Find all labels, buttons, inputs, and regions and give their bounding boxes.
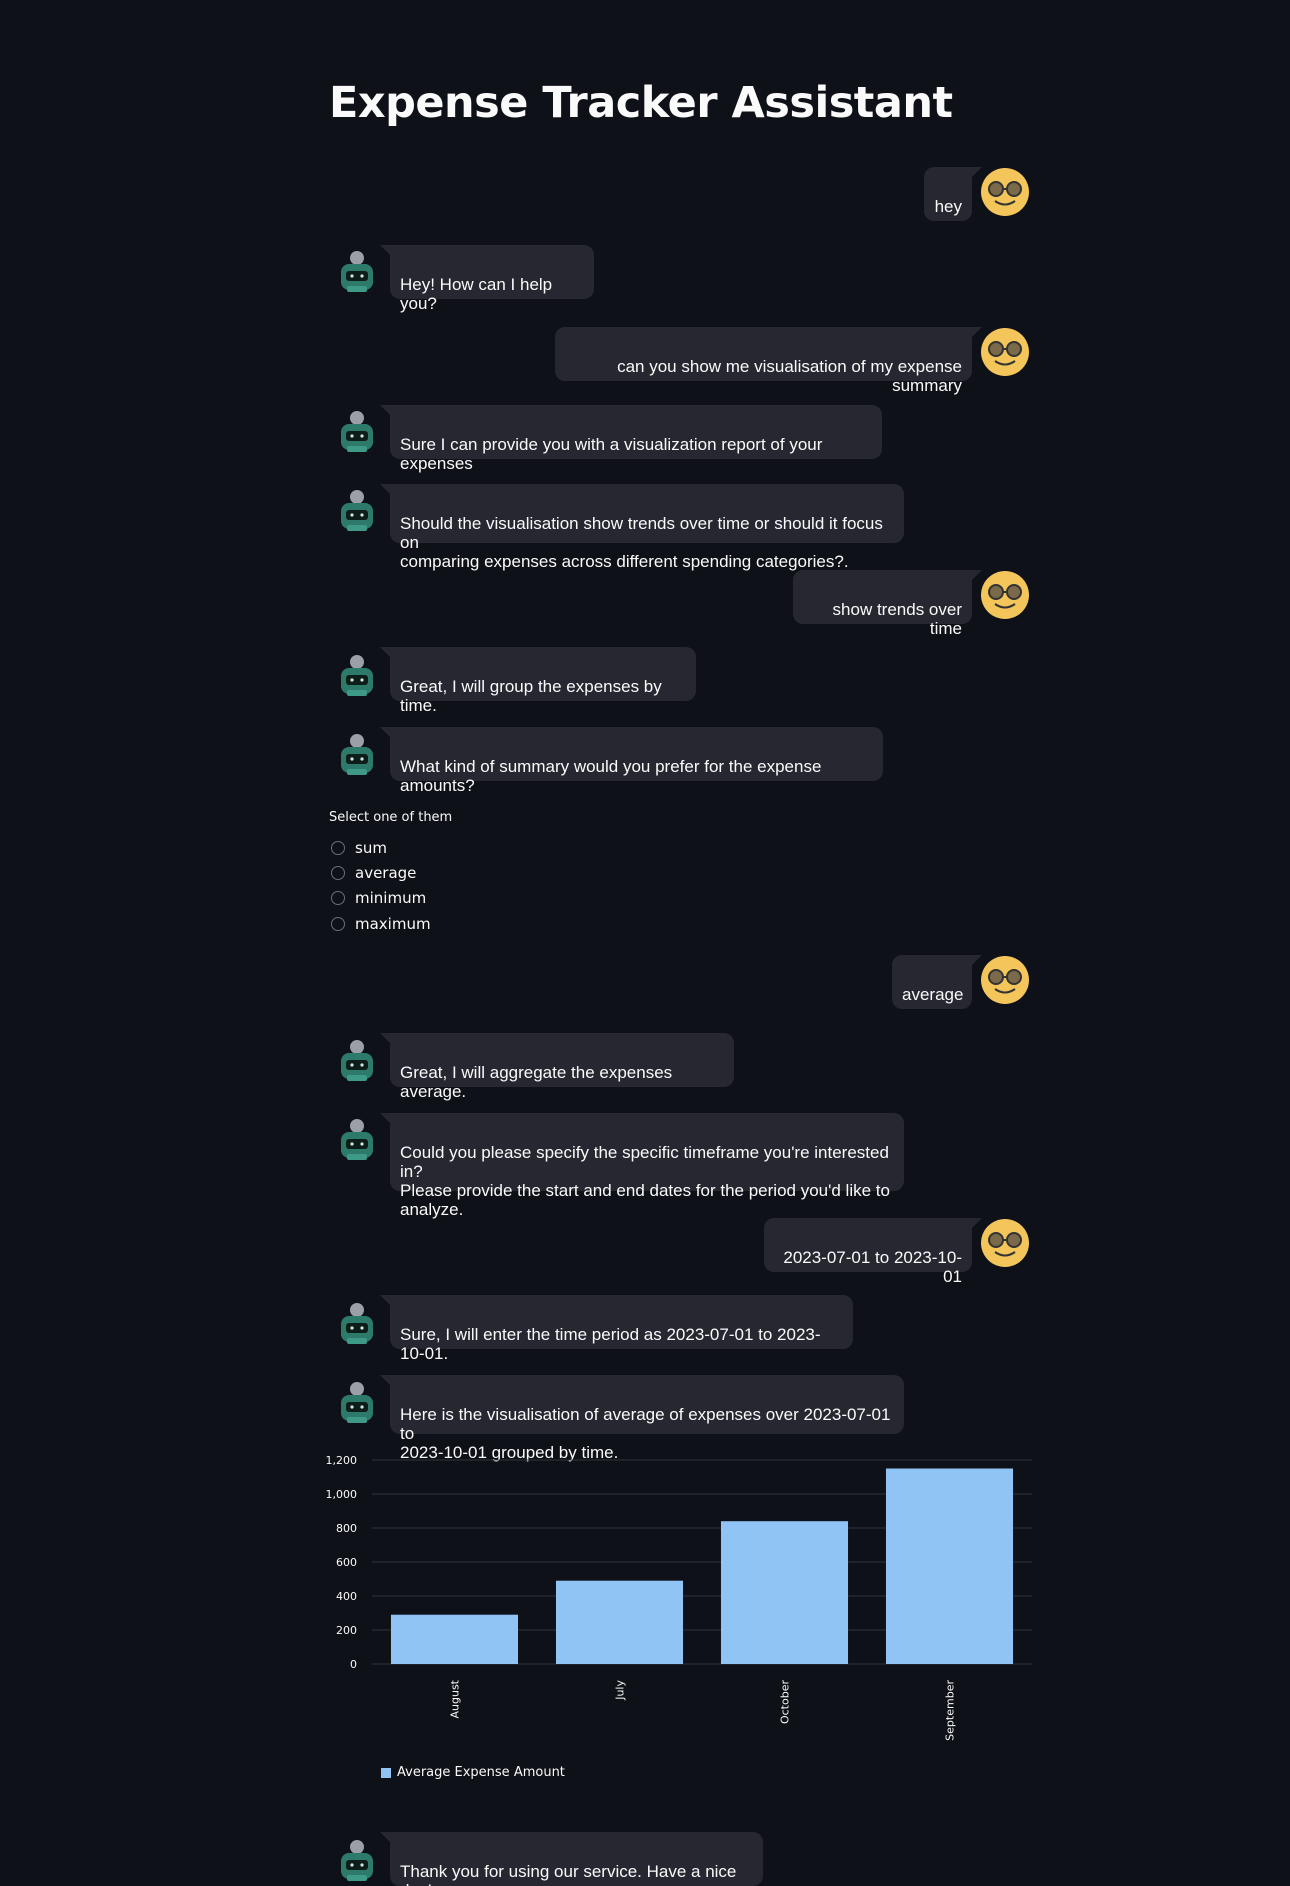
message-text: average [902,985,964,1004]
assistant-message: Sure I can provide you with a visualizat… [380,405,882,473]
bot-avatar-icon [341,1840,373,1881]
bot-avatar-icon [341,490,373,531]
x-tick-label: August [449,1679,462,1718]
assistant-message: Hey! How can I help you? [380,245,594,313]
bot-avatar-icon [341,1119,373,1160]
message-text: Hey! How can I help you? [400,275,553,313]
radio-group-label: Select one of them [329,810,453,825]
assistant-message: Here is the visualisation of average of … [380,1375,904,1462]
y-tick-label: 400 [336,1590,357,1603]
y-tick-label: 1,000 [326,1488,358,1501]
message-text: Should the visualisation show trends ove… [400,514,883,571]
message-text: show trends over time [832,600,962,638]
x-tick-label: July [614,1680,627,1701]
message-text: hey [934,197,962,216]
radio-option-maximum[interactable]: maximum [331,914,431,934]
message-text: Great, I will group the expenses by time… [400,677,662,715]
average-expense-bar-chart: 0 200 400 600 800 1,000 1,200 August July October… [326,1454,1032,1741]
user-avatar-icon [981,328,1029,376]
x-tick-label: October [779,1680,792,1724]
assistant-message: What kind of summary would you prefer fo… [380,727,883,795]
user-avatar-icon [981,956,1029,1004]
bot-avatar-icon [341,734,373,775]
y-tick-label: 0 [350,1658,357,1671]
y-tick-label: 800 [336,1522,357,1535]
bot-avatar-icon [341,1040,373,1081]
radio-option-label: sum [355,839,387,857]
message-text: Sure, I will enter the time period as 20… [400,1325,821,1363]
radio-option-average[interactable]: average [331,863,416,883]
assistant-message: Great, I will group the expenses by time… [380,647,696,715]
legend-label: Average Expense Amount [397,1765,565,1780]
message-text: 2023-07-01 to 2023-10-01 [783,1248,962,1286]
bot-avatar-icon [341,1303,373,1344]
assistant-message: Sure, I will enter the time period as 20… [380,1295,853,1363]
user-avatar-icon [981,571,1029,619]
user-message: 2023-07-01 to 2023-10-01 [764,1218,982,1286]
bot-avatar-icon [341,655,373,696]
user-message: can you show me visualisation of my expe… [555,327,982,395]
assistant-message: Could you please specify the specific ti… [380,1113,904,1219]
message-text: Thank you for using our service. Have a … [400,1862,737,1886]
radio-option-minimum[interactable]: minimum [331,888,426,908]
bar-october[interactable] [720,1521,849,1664]
radio-option-label: maximum [355,915,431,933]
y-tick-label: 600 [336,1556,357,1569]
bar-july[interactable] [555,1580,684,1664]
message-text: Could you please specify the specific ti… [400,1143,890,1219]
radio-option-sum[interactable]: sum [331,838,387,858]
page-title: Expense Tracker Assistant [329,78,953,128]
radio-circle[interactable] [331,841,345,855]
user-message: average [892,955,982,1009]
message-text: Great, I will aggregate the expenses ave… [400,1063,673,1101]
assistant-message: Thank you for using our service. Have a … [380,1832,763,1886]
bar-september[interactable] [885,1468,1014,1665]
message-text: Sure I can provide you with a visualizat… [400,435,823,473]
chart-legend: Average Expense Amount [381,1765,565,1780]
bot-avatar-icon [341,251,373,292]
y-tick-label: 200 [336,1624,357,1637]
x-tick-label: September [944,1680,957,1741]
bar-august[interactable] [390,1614,519,1664]
user-avatar-icon [981,168,1029,216]
radio-circle[interactable] [331,917,345,931]
assistant-message: Should the visualisation show trends ove… [380,484,904,571]
bot-avatar-icon [341,1382,373,1423]
user-message: show trends over time [793,570,982,638]
y-tick-label: 1,200 [326,1454,358,1467]
user-message: hey [924,167,982,221]
radio-circle[interactable] [331,866,345,880]
user-avatar-icon [981,1219,1029,1267]
message-text: can you show me visualisation of my expe… [617,357,962,395]
radio-option-label: average [355,864,417,882]
legend-swatch [381,1767,391,1778]
bot-avatar-icon [341,411,373,452]
assistant-message: Great, I will aggregate the expenses ave… [380,1033,734,1101]
radio-option-label: minimum [355,889,427,907]
message-text: What kind of summary would you prefer fo… [400,757,822,795]
radio-circle[interactable] [331,891,345,905]
